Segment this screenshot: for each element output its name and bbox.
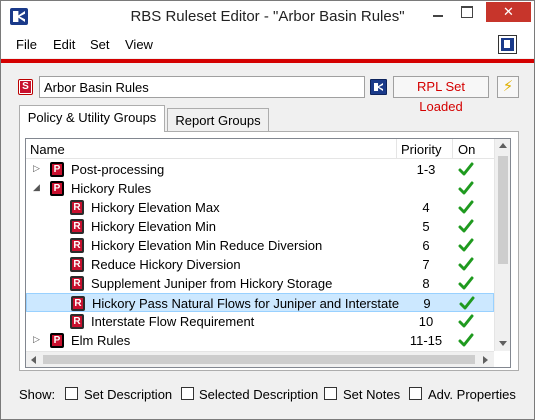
- rule-icon: R: [70, 276, 84, 291]
- row-name: Hickory Elevation Max: [91, 200, 220, 215]
- enabled-check-icon[interactable]: [458, 199, 474, 215]
- ruleset-name-field[interactable]: Arbor Basin Rules: [39, 76, 365, 98]
- close-button[interactable]: ✕: [486, 2, 531, 22]
- title-bar[interactable]: RBS Ruleset Editor - "Arbor Basin Rules"…: [1, 1, 534, 32]
- set-notes-label[interactable]: Set Notes: [343, 387, 400, 402]
- column-separator[interactable]: [396, 139, 397, 159]
- rule-icon: R: [71, 296, 85, 311]
- rule-icon: R: [70, 238, 84, 253]
- table-row[interactable]: ◢ P Hickory Rules: [26, 179, 494, 198]
- enabled-check-icon[interactable]: [459, 295, 475, 311]
- enabled-check-icon[interactable]: [458, 161, 474, 177]
- rule-icon: R: [70, 257, 84, 272]
- maximize-button[interactable]: [453, 2, 481, 22]
- rule-icon: R: [70, 314, 84, 329]
- row-priority: 10: [418, 314, 434, 329]
- menu-set[interactable]: Set: [90, 37, 110, 52]
- enabled-check-icon[interactable]: [458, 237, 474, 253]
- row-priority: 8: [422, 276, 430, 291]
- ruleset-editor-window: RBS Ruleset Editor - "Arbor Basin Rules"…: [0, 0, 535, 420]
- row-name: Post-processing: [71, 162, 165, 177]
- show-options-bar: Show: Set Description Selected Descripti…: [1, 381, 534, 407]
- set-description-checkbox[interactable]: [65, 387, 78, 400]
- table-row[interactable]: ▷ P Post-processing 1-3: [26, 160, 494, 179]
- scroll-down-icon[interactable]: [499, 341, 507, 346]
- rule-icon: R: [70, 219, 84, 234]
- menu-bar: File Edit Set View: [1, 32, 534, 58]
- row-name: Hickory Elevation Min: [91, 219, 216, 234]
- set-description-label[interactable]: Set Description: [84, 387, 172, 402]
- expand-arrow-icon[interactable]: ▷: [33, 164, 42, 173]
- table-row[interactable]: R Hickory Pass Natural Flows for Juniper …: [26, 293, 494, 312]
- row-name: Elm Rules: [71, 333, 131, 348]
- col-name[interactable]: Name: [30, 142, 65, 157]
- header-divider: [1, 59, 534, 63]
- policy-group-icon: P: [50, 333, 64, 348]
- table-row[interactable]: R Supplement Juniper from Hickory Storage…: [26, 274, 494, 293]
- scroll-left-icon[interactable]: [31, 356, 36, 364]
- policy-group-icon: P: [50, 181, 64, 196]
- row-priority: 11-15: [409, 333, 443, 348]
- menu-file[interactable]: File: [16, 37, 37, 52]
- row-name: Supplement Juniper from Hickory Storage: [91, 276, 333, 291]
- adv-properties-label[interactable]: Adv. Properties: [428, 387, 516, 402]
- rule-icon: R: [70, 200, 84, 215]
- row-name: Reduce Hickory Diversion: [91, 257, 241, 272]
- enabled-check-icon[interactable]: [458, 218, 474, 234]
- rpl-status-button[interactable]: RPL Set Loaded: [393, 76, 489, 114]
- minimize-button[interactable]: [424, 2, 452, 22]
- run-bolt-button[interactable]: ⚡: [497, 76, 519, 98]
- tab-report-groups[interactable]: Report Groups: [167, 108, 269, 132]
- enabled-check-icon[interactable]: [458, 313, 474, 329]
- table-row[interactable]: R Hickory Elevation Min Reduce Diversion 6: [26, 236, 494, 255]
- policy-group-icon: P: [50, 162, 64, 177]
- row-name: Interstate Flow Requirement: [91, 314, 255, 329]
- col-priority[interactable]: Priority: [401, 142, 441, 157]
- expand-arrow-icon[interactable]: ▷: [33, 335, 42, 344]
- table-row[interactable]: R Reduce Hickory Diversion 7: [26, 255, 494, 274]
- selected-description-checkbox[interactable]: [181, 387, 194, 400]
- table-row[interactable]: R Interstate Flow Requirement 10: [26, 312, 494, 331]
- menu-view[interactable]: View: [125, 37, 153, 52]
- enabled-check-icon[interactable]: [458, 332, 474, 348]
- table-header: Name Priority On: [26, 139, 510, 159]
- row-priority: 5: [422, 219, 430, 234]
- row-priority: 4: [422, 200, 430, 215]
- row-name: Hickory Pass Natural Flows for Juniper a…: [92, 296, 400, 311]
- enabled-check-icon[interactable]: [458, 256, 474, 272]
- vertical-scrollbar[interactable]: [494, 139, 510, 351]
- ruleset-badge-icon: S: [18, 79, 33, 95]
- collapse-arrow-icon[interactable]: ◢: [33, 183, 42, 192]
- selected-description-label[interactable]: Selected Description: [199, 387, 318, 402]
- column-separator[interactable]: [452, 139, 453, 159]
- menu-edit[interactable]: Edit: [53, 37, 75, 52]
- tab-policy-utility-groups[interactable]: Policy & Utility Groups: [19, 105, 165, 132]
- table-row[interactable]: R Hickory Elevation Max 4: [26, 198, 494, 217]
- scroll-right-icon[interactable]: [483, 356, 488, 364]
- horizontal-scrollbar[interactable]: [26, 351, 494, 367]
- table-row[interactable]: R Hickory Elevation Min 5: [26, 217, 494, 236]
- horizontal-scroll-thumb[interactable]: [43, 355, 475, 364]
- row-priority: 7: [422, 257, 430, 272]
- row-priority: 1-3: [416, 162, 436, 177]
- row-name: Hickory Rules: [71, 181, 152, 196]
- rules-table: Name Priority On ▷ P Post-processing 1-3 ◢ P H…: [25, 138, 511, 368]
- row-name: Hickory Elevation Min Reduce Diversion: [91, 238, 323, 253]
- vertical-scroll-thumb[interactable]: [498, 156, 508, 264]
- set-notes-checkbox[interactable]: [324, 387, 337, 400]
- table-row[interactable]: ▷ P Elm Rules 11-15: [26, 331, 494, 350]
- row-priority: 6: [422, 238, 430, 253]
- col-on[interactable]: On: [458, 142, 475, 157]
- open-workspace-icon[interactable]: [498, 35, 517, 54]
- link-icon[interactable]: [370, 79, 387, 95]
- enabled-check-icon[interactable]: [458, 180, 474, 196]
- enabled-check-icon[interactable]: [458, 275, 474, 291]
- row-priority: 9: [423, 296, 431, 311]
- show-label: Show:: [19, 387, 56, 402]
- adv-properties-checkbox[interactable]: [409, 387, 422, 400]
- scroll-up-icon[interactable]: [499, 143, 507, 148]
